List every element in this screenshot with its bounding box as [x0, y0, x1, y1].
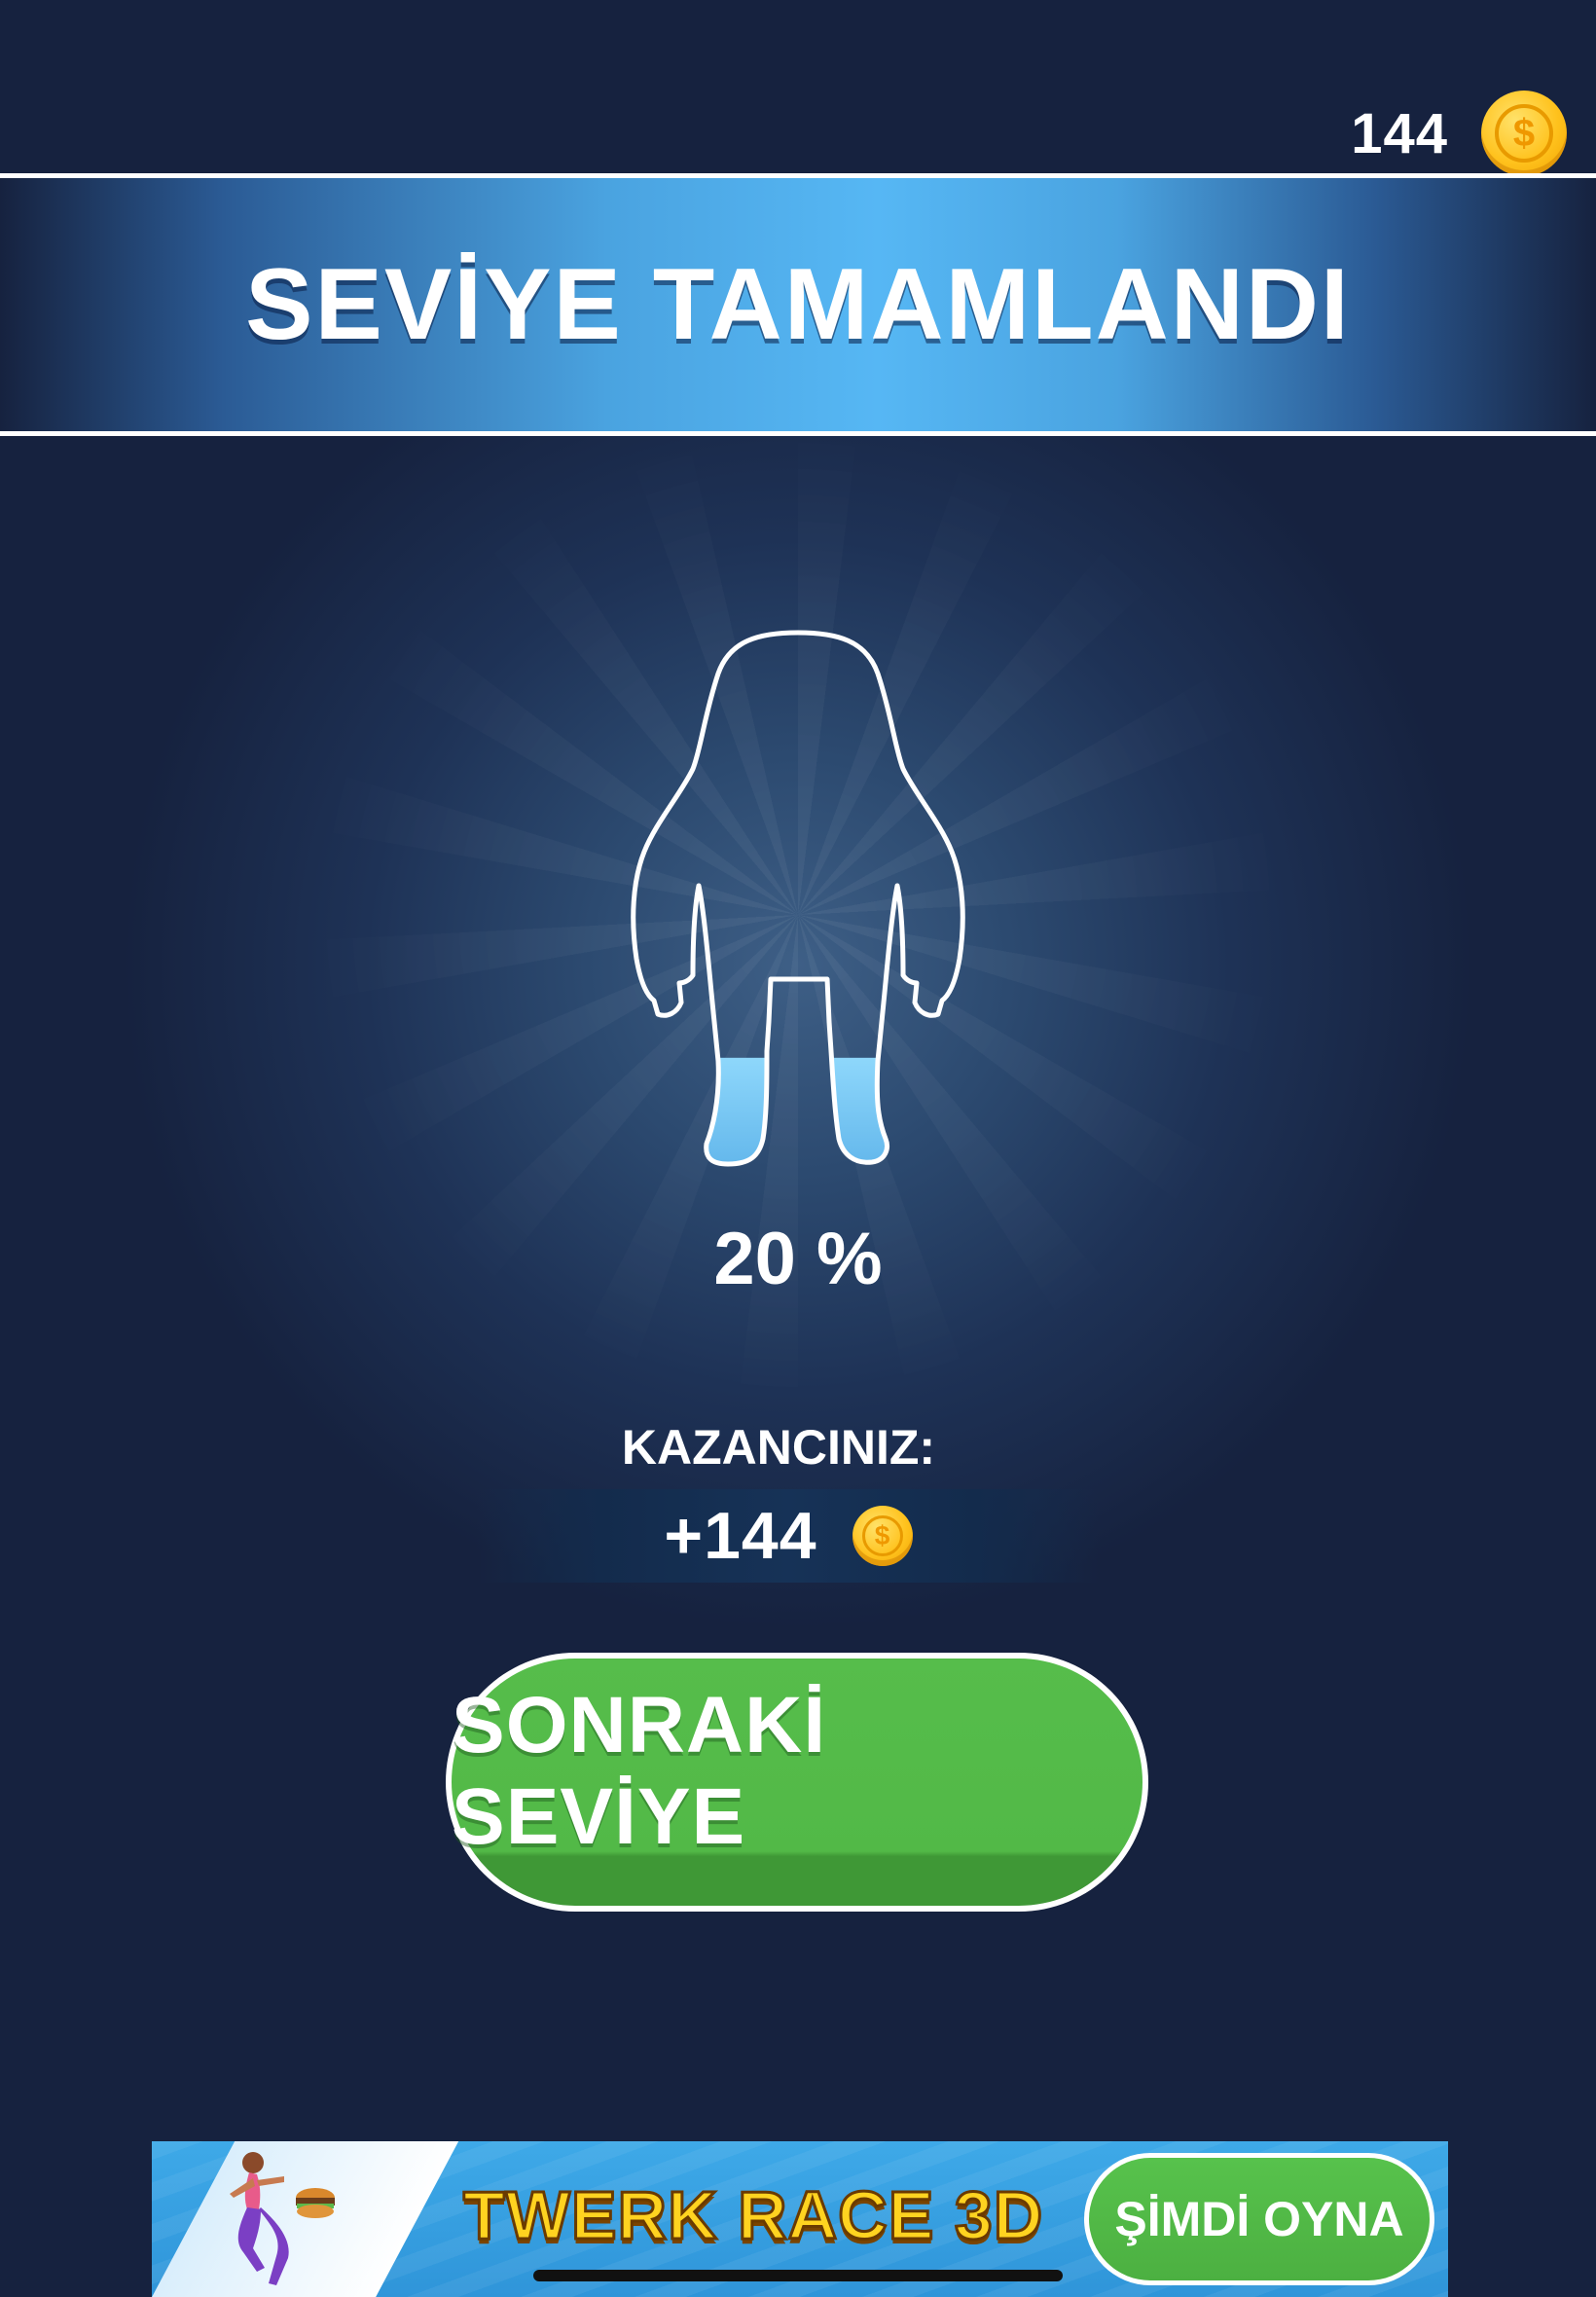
- progress-fill: [633, 1057, 963, 1164]
- level-complete-screen: 144 $ SEVİYE TAMAMLANDI 20 % KAZANCINIZ:…: [0, 0, 1596, 2297]
- next-level-button-face[interactable]: SONRAKİ SEVİYE: [452, 1659, 1143, 1906]
- dollar-icon: $: [861, 1515, 903, 1556]
- home-indicator[interactable]: [533, 2270, 1063, 2281]
- runner-icon: [230, 2152, 335, 2285]
- ad-game-title: TWERK RACE 3D: [461, 2176, 1044, 2255]
- next-level-button[interactable]: SONRAKİ SEVİYE: [446, 1653, 1148, 1912]
- banner-title: SEVİYE TAMAMLANDI: [245, 247, 1351, 361]
- character-fill-figure: [631, 630, 965, 1167]
- coin-icon: $: [1481, 91, 1567, 176]
- next-level-label: SONRAKİ SEVİYE: [452, 1681, 827, 1861]
- progress-percent: 20 %: [713, 1218, 883, 1300]
- coin-icon: $: [852, 1506, 913, 1566]
- ad-play-button[interactable]: ŞİMDİ OYNA: [1084, 2153, 1434, 2285]
- level-complete-banner: SEVİYE TAMAMLANDI: [0, 173, 1596, 436]
- earnings-strip: +144 $: [477, 1489, 1100, 1583]
- earnings-amount: +144: [664, 1499, 817, 1573]
- coin-count: 144: [1351, 101, 1448, 165]
- dollar-icon: $: [1495, 104, 1553, 163]
- coin-counter: 144 $: [1351, 90, 1567, 177]
- earnings-label: KAZANCINIZ:: [621, 1420, 936, 1475]
- ad-play-label: ŞİMDİ OYNA: [1089, 2158, 1430, 2280]
- character-outline: [631, 630, 965, 1167]
